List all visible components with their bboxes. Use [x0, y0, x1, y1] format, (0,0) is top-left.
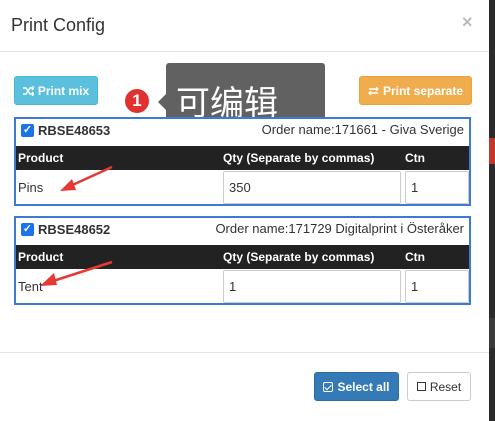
header-ctn: Ctn: [405, 250, 425, 264]
order-name: Order name:171661 - Giva Sverige: [261, 122, 464, 137]
modal-title: Print Config: [11, 15, 106, 35]
ctn-input[interactable]: 1: [405, 270, 469, 303]
print-mix-label: Print mix: [37, 83, 90, 98]
header-qty: Qty (Separate by commas): [223, 250, 375, 264]
product-name: Pins: [18, 180, 44, 195]
order-header: ✓ RBSE48653 Order name:171661 - Giva Sve…: [16, 119, 469, 144]
print-config-modal: Print Config × Print mix Print separate …: [0, 0, 489, 421]
qty-input[interactable]: 1: [223, 270, 401, 303]
background-strip: [489, 0, 495, 421]
close-icon[interactable]: ×: [462, 12, 473, 33]
modal-header: Print Config ×: [0, 0, 489, 52]
order-checkbox[interactable]: ✓: [21, 124, 34, 137]
select-all-button[interactable]: Select all: [314, 372, 399, 401]
annotation-arrow-icon: [60, 165, 113, 191]
header-qty: Qty (Separate by commas): [223, 151, 375, 165]
order-header: ✓ RBSE48652 Order name:171729 Digitalpri…: [16, 218, 469, 243]
select-all-label: Select all: [337, 379, 390, 394]
print-mix-button[interactable]: Print mix: [14, 76, 98, 105]
order-checkbox[interactable]: ✓: [21, 223, 34, 236]
ctn-input[interactable]: 1: [405, 171, 469, 204]
order-id: RBSE48653: [38, 123, 111, 138]
reset-label: Reset: [429, 379, 462, 394]
tooltip-pointer: [158, 94, 166, 110]
annotation-badge: 1: [123, 87, 151, 115]
modal-footer: Select all Reset: [0, 352, 489, 421]
square-icon: [416, 382, 426, 391]
check-square-icon: [323, 381, 334, 392]
shuffle-icon: [22, 85, 34, 96]
swap-arrows-icon: [368, 86, 379, 95]
header-ctn: Ctn: [405, 151, 425, 165]
print-separate-label: Print separate: [382, 83, 464, 98]
qty-input[interactable]: 350: [223, 171, 401, 204]
order-id: RBSE48652: [38, 222, 111, 237]
header-product: Product: [18, 151, 64, 165]
background-strip-accent: [489, 138, 495, 164]
order-name: Order name:171729 Digitalprint i Österåk…: [215, 221, 464, 236]
print-separate-button[interactable]: Print separate: [359, 76, 472, 105]
background-strip-accent: [489, 318, 495, 348]
reset-button[interactable]: Reset: [407, 372, 471, 401]
annotation-arrow-icon: [40, 260, 113, 286]
